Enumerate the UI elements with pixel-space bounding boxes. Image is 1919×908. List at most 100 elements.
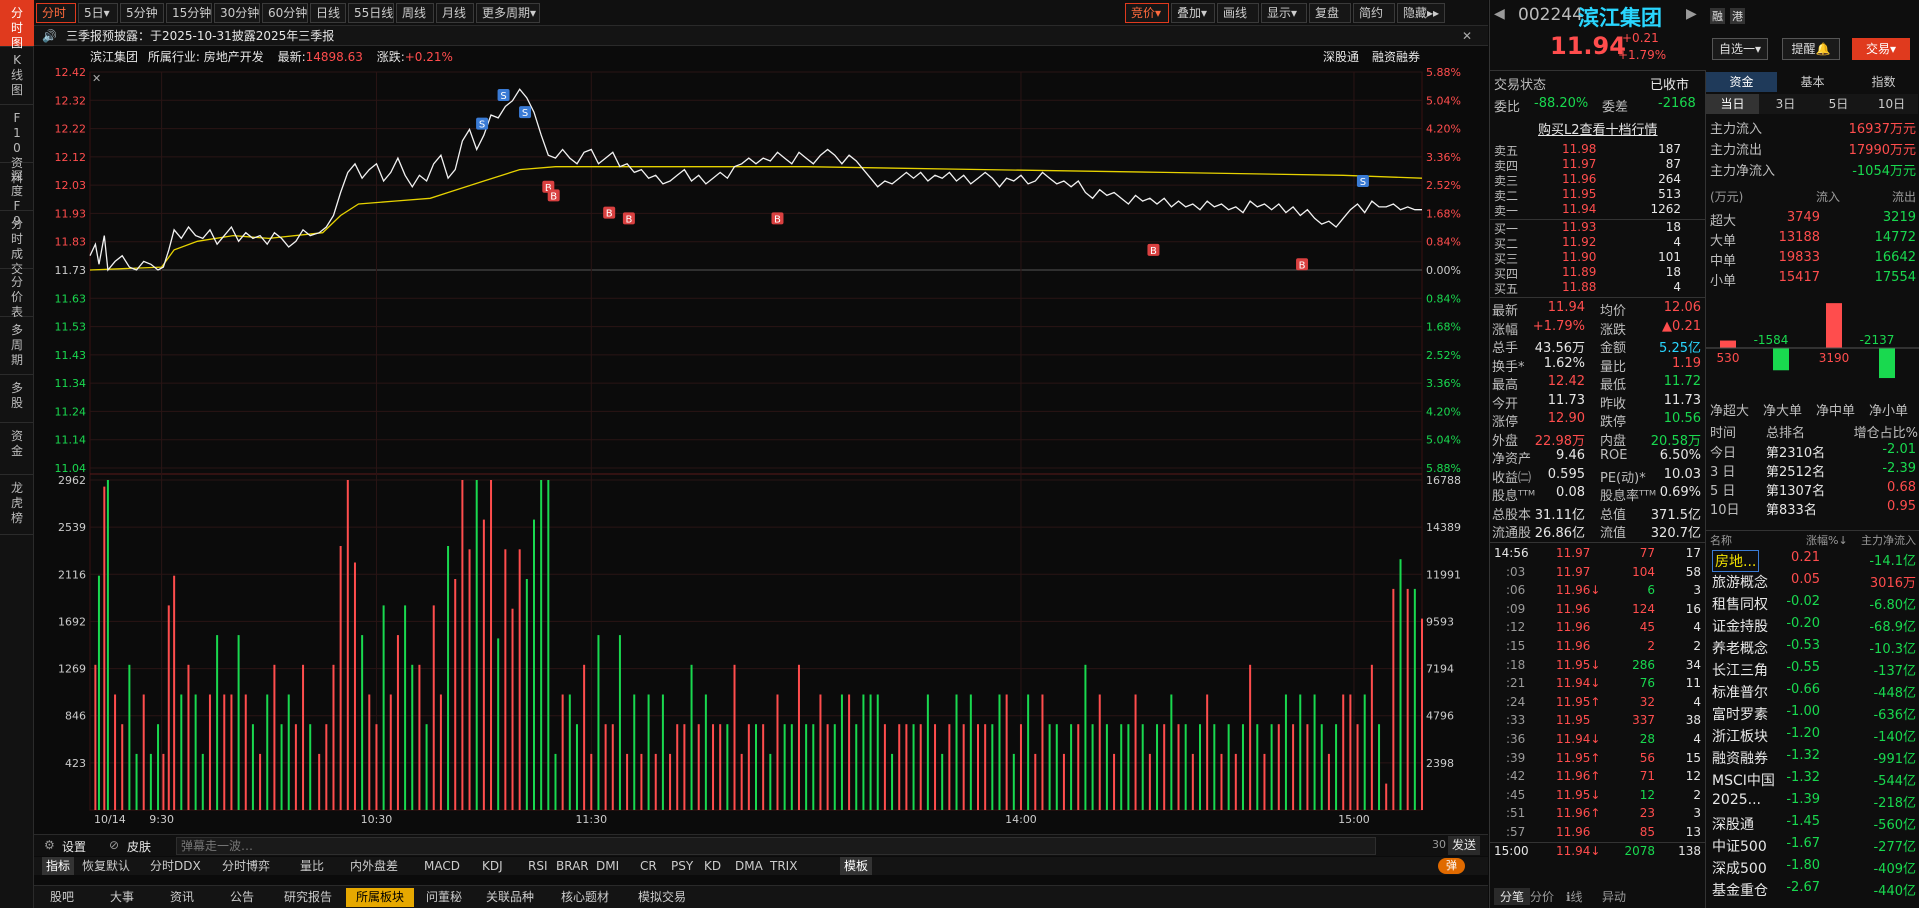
gear-icon[interactable]: ⚙ [44, 838, 55, 852]
left-tab-5[interactable]: 分价表 [0, 269, 34, 319]
sector-name[interactable]: 养老概念 [1712, 638, 1768, 658]
tool-btn-0[interactable]: 竞价▾ [1125, 3, 1169, 23]
indicator-14[interactable]: DMA [735, 857, 763, 875]
left-tab-4[interactable]: 分时成交 [0, 211, 34, 276]
period-btn-4[interactable]: 30分钟 [214, 3, 260, 23]
bottom-nav-4[interactable]: 研究报告 [274, 888, 342, 907]
bottom-nav-9[interactable]: 模拟交易 [624, 888, 700, 907]
period-btn-10[interactable]: 更多周期▾ [476, 3, 540, 23]
settings-button[interactable]: 设置 [62, 838, 86, 855]
sector-name[interactable]: 2025... [1712, 792, 1761, 808]
indicator-2[interactable]: 分时DDX [150, 857, 201, 875]
rong-badge[interactable]: 融 [1710, 8, 1725, 24]
gang-badge[interactable]: 港 [1730, 8, 1745, 24]
bids-price[interactable]: 11.90 [1562, 250, 1596, 264]
indicator-9[interactable]: BRAR [556, 857, 589, 875]
left-tab-0[interactable]: 分时图 [0, 0, 34, 50]
sector-name[interactable]: 租售同权 [1712, 594, 1768, 614]
next-stock-icon[interactable]: ▶ [1686, 6, 1697, 22]
period-tab-1[interactable]: 3日 [1759, 94, 1812, 114]
asks-price[interactable]: 11.95 [1562, 187, 1596, 201]
tool-btn-4[interactable]: 复盘 [1309, 3, 1351, 23]
bottom-nav-2[interactable]: 资讯 [154, 888, 210, 907]
tool-btn-1[interactable]: 叠加▾ [1171, 3, 1215, 23]
fund-tab-2[interactable]: 指数 [1848, 72, 1919, 92]
asks-price[interactable]: 11.94 [1562, 202, 1596, 216]
indicator-5[interactable]: 内外盘差 [350, 857, 398, 875]
sector-name[interactable]: 富时罗素 [1712, 704, 1768, 724]
tag-sgt[interactable]: 深股通 [1323, 48, 1359, 65]
left-tab-1[interactable]: K线图 [0, 47, 34, 105]
bids-price[interactable]: 11.89 [1562, 265, 1596, 279]
period-btn-1[interactable]: 5日▾ [78, 3, 118, 23]
skin-icon[interactable]: ⊘ [109, 838, 119, 852]
trade-tab-3[interactable]: 异动 [1602, 888, 1626, 905]
asks-price[interactable]: 11.96 [1562, 172, 1596, 186]
industry-value[interactable]: 房地产开发 [204, 50, 264, 64]
bottom-nav-1[interactable]: 大事 [94, 888, 150, 907]
indicator-13[interactable]: KD [704, 857, 721, 875]
tool-btn-3[interactable]: 显示▾ [1261, 3, 1307, 23]
indicator-11[interactable]: CR [640, 857, 657, 875]
asks-price[interactable]: 11.97 [1562, 157, 1596, 171]
bottom-nav-6[interactable]: 问董秘 [418, 888, 470, 907]
tool-btn-2[interactable]: 画线 [1217, 3, 1259, 23]
trade-tab-1[interactable]: 分价 [1530, 888, 1554, 905]
bottom-nav-5[interactable]: 所属板块 [346, 888, 414, 907]
sector-name[interactable]: 融资融券 [1712, 748, 1768, 768]
alert-button[interactable]: 提醒🔔 [1782, 38, 1840, 60]
left-tab-6[interactable]: 多周期 [0, 317, 34, 375]
bids-price[interactable]: 11.93 [1562, 220, 1596, 234]
period-tab-3[interactable]: 10日 [1865, 94, 1918, 114]
sector-name[interactable]: 标准普尔 [1712, 682, 1768, 702]
indicator-16[interactable]: 模板 [840, 857, 873, 875]
left-tab-2[interactable]: F10资料 [0, 105, 34, 185]
skin-button[interactable]: 皮肤 [127, 838, 151, 855]
period-btn-6[interactable]: 日线 [310, 3, 346, 23]
bottom-nav-3[interactable]: 公告 [214, 888, 270, 907]
indicator-0[interactable]: 指标 [42, 857, 75, 875]
notice-text[interactable]: 三季报预披露：于2025-10-31披露2025年三季报 [66, 26, 334, 46]
indicator-3[interactable]: 分时博弈 [222, 857, 270, 875]
fund-tab-0[interactable]: 资金 [1706, 72, 1777, 92]
period-tab-0[interactable]: 当日 [1706, 94, 1759, 114]
intraday-chart[interactable]: 12.42 5.88% 12.32 5.04% 12.22 4.20% 12.12 3.36%… [34, 66, 1488, 834]
bids-price[interactable]: 11.92 [1562, 235, 1596, 249]
indicator-8[interactable]: RSI [528, 857, 548, 875]
indicator-4[interactable]: 量比 [300, 857, 324, 875]
indicator-1[interactable]: 恢复默认 [82, 857, 130, 875]
danmu-input[interactable] [176, 837, 1376, 855]
indicator-7[interactable]: KDJ [482, 857, 503, 875]
sector-name[interactable]: 房地... [1712, 550, 1760, 572]
period-btn-9[interactable]: 月线 [436, 3, 474, 23]
l2-link[interactable]: 购买L2查看十档行情 [1538, 119, 1658, 138]
bids-price[interactable]: 11.88 [1562, 280, 1596, 294]
tool-btn-5[interactable]: 简约 [1353, 3, 1395, 23]
period-btn-7[interactable]: 55日线 [348, 3, 394, 23]
sector-name[interactable]: 浙江板块 [1712, 726, 1768, 746]
left-tab-8[interactable]: 资金 [0, 423, 34, 475]
period-btn-8[interactable]: 周线 [396, 3, 434, 23]
indicator-10[interactable]: DMI [596, 857, 619, 875]
danmu-toggle[interactable]: 弹 [1438, 858, 1465, 874]
sector-name[interactable]: 基金重仓 [1712, 880, 1768, 900]
left-tab-7[interactable]: 多股 [0, 375, 34, 423]
sector-name[interactable]: 证金持股 [1712, 616, 1768, 636]
prev-stock-icon[interactable]: ◀ [1494, 6, 1505, 22]
indicator-12[interactable]: PSY [671, 857, 693, 875]
bottom-nav-8[interactable]: 核心题材 [550, 888, 620, 907]
indicator-6[interactable]: MACD [424, 857, 460, 875]
close-icon[interactable]: ✕ [1462, 26, 1472, 46]
left-tab-3[interactable]: 深度F9 [0, 163, 34, 228]
trade-button[interactable]: 交易▾ [1852, 38, 1910, 60]
period-btn-5[interactable]: 60分钟 [262, 3, 308, 23]
sector-name[interactable]: MSCI中国 [1712, 770, 1775, 790]
sector-name[interactable]: 中证500 [1712, 836, 1767, 856]
period-btn-0[interactable]: 分时 [36, 3, 76, 23]
trade-tab-0[interactable]: 分笔 [1494, 888, 1531, 905]
sector-name[interactable]: 长江三角 [1712, 660, 1768, 680]
period-btn-2[interactable]: 5分钟 [120, 3, 164, 23]
bottom-nav-7[interactable]: 关联品种 [474, 888, 546, 907]
left-tab-9[interactable]: 龙虎榜 [0, 475, 34, 535]
period-tab-2[interactable]: 5日 [1812, 94, 1865, 114]
